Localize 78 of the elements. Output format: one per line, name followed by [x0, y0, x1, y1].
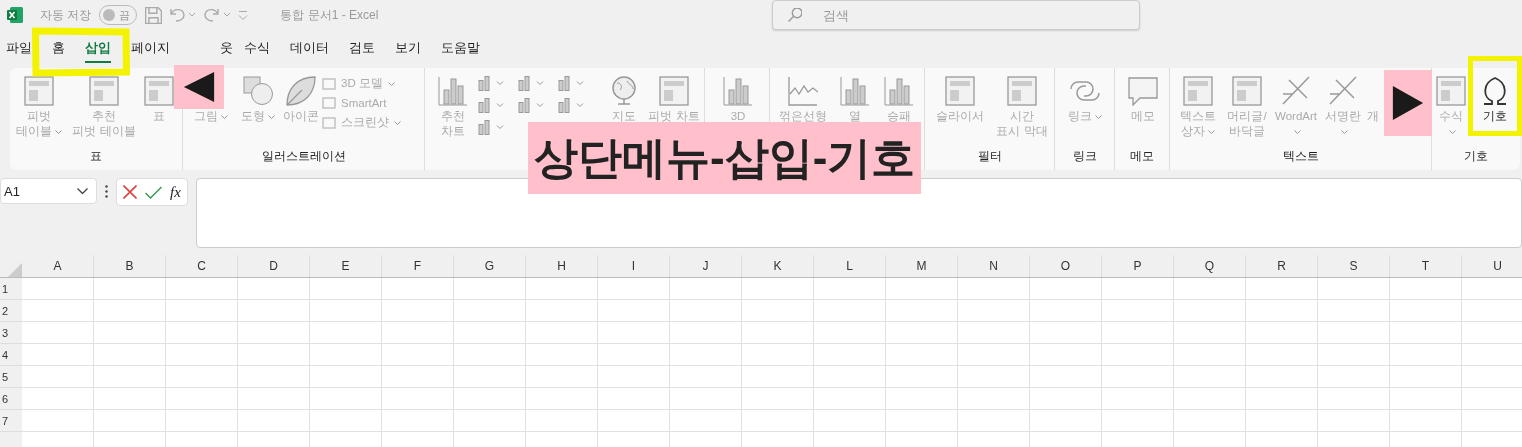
column-header[interactable]: A — [22, 255, 94, 277]
box-icon — [322, 116, 336, 129]
more-icon[interactable] — [105, 185, 108, 198]
ribbon-tab[interactable]: 검토 — [349, 37, 375, 63]
excel-logo-icon — [6, 6, 24, 24]
group-label: 기호 — [1463, 149, 1489, 164]
column-header[interactable]: T — [1390, 255, 1462, 277]
column-header[interactable]: D — [238, 255, 310, 277]
ribbon-tab[interactable]: 도움말 — [441, 37, 480, 63]
customize-toolbar-icon[interactable] — [238, 10, 249, 20]
group-label: 메모 — [1129, 149, 1155, 164]
column-header[interactable]: Q — [1174, 255, 1246, 277]
chart-type-icon[interactable] — [478, 76, 506, 92]
slash-icon — [1281, 76, 1311, 106]
column-header[interactable]: P — [1102, 255, 1174, 277]
autosave-label: 자동 저장 — [40, 6, 92, 24]
bars-icon — [723, 76, 753, 106]
group-label: 표 — [89, 149, 103, 164]
column-header[interactable]: R — [1246, 255, 1318, 277]
chart-type-icon[interactable] — [518, 98, 546, 114]
ribbon-tab[interactable]: 페이지 — [131, 37, 170, 63]
chart-type-icon[interactable] — [478, 120, 506, 136]
ribbon-tab[interactable]: 파일 — [6, 37, 32, 63]
line-icon — [788, 76, 818, 106]
enter-icon[interactable] — [145, 185, 162, 199]
column-header[interactable]: U — [1462, 255, 1522, 277]
right-triangle-icon — [1391, 84, 1425, 122]
undo-icon[interactable] — [170, 8, 197, 22]
ribbon-tab[interactable]: 수식 — [244, 37, 270, 63]
column-header[interactable]: O — [1030, 255, 1102, 277]
search-field[interactable]: 검색 — [772, 0, 1140, 30]
column-header[interactable]: K — [742, 255, 814, 277]
chart-type-icon[interactable] — [558, 76, 586, 92]
name-box[interactable]: A1 — [0, 178, 97, 204]
slash-icon — [1328, 76, 1358, 106]
box-icon — [322, 97, 336, 109]
bars-icon — [884, 76, 914, 106]
annotation-caption: 상단메뉴-삽입-기호 — [528, 122, 922, 194]
insert-function-button[interactable]: fx — [170, 183, 181, 201]
chart-type-icon[interactable] — [558, 98, 586, 114]
column-header[interactable]: E — [310, 255, 382, 277]
chart-type-icon[interactable] — [478, 98, 506, 114]
column-header[interactable]: I — [598, 255, 670, 277]
group-label: 일러스트레이션 — [260, 149, 347, 164]
box-icon — [322, 77, 336, 90]
document-title: 통합 문서1 - Excel — [280, 6, 379, 24]
ribbon-tab[interactable]: 보기 — [395, 37, 421, 63]
column-header[interactable]: M — [886, 255, 958, 277]
ribbon-tab[interactable]: 데이터 — [290, 37, 329, 63]
leaf-icon — [286, 76, 316, 106]
column-header[interactable]: C — [166, 255, 238, 277]
group-label: 링크 — [1071, 149, 1098, 164]
globe-icon — [609, 76, 639, 106]
bars-icon — [840, 76, 870, 106]
column-header[interactable]: H — [526, 255, 598, 277]
ribbon-button[interactable]: 기호 — [1474, 76, 1516, 124]
redo-icon[interactable] — [204, 8, 231, 22]
comment-icon — [1128, 76, 1158, 106]
column-header[interactable]: L — [814, 255, 886, 277]
column-header[interactable]: F — [382, 255, 454, 277]
ribbon-tab[interactable]: 홈 — [52, 37, 65, 63]
cancel-icon[interactable] — [123, 185, 137, 199]
column-header[interactable]: J — [670, 255, 742, 277]
bars-icon — [438, 76, 468, 106]
left-triangle-icon — [182, 70, 216, 104]
group-label: 텍스트 — [1281, 149, 1320, 164]
cell-grid[interactable] — [22, 278, 1522, 447]
column-header[interactable]: B — [94, 255, 166, 277]
ribbon-tab[interactable]: 삽입 — [85, 37, 111, 63]
group-label: 필터 — [976, 149, 1003, 164]
shapes-icon — [243, 76, 273, 106]
chart-type-icon[interactable] — [518, 76, 546, 92]
caret-icon — [77, 188, 88, 194]
column-header[interactable]: S — [1318, 255, 1390, 277]
ribbon-tab[interactable]: 웃 — [220, 37, 233, 63]
column-header[interactable]: G — [454, 255, 526, 277]
save-icon[interactable] — [145, 6, 163, 24]
column-header[interactable]: N — [958, 255, 1030, 277]
